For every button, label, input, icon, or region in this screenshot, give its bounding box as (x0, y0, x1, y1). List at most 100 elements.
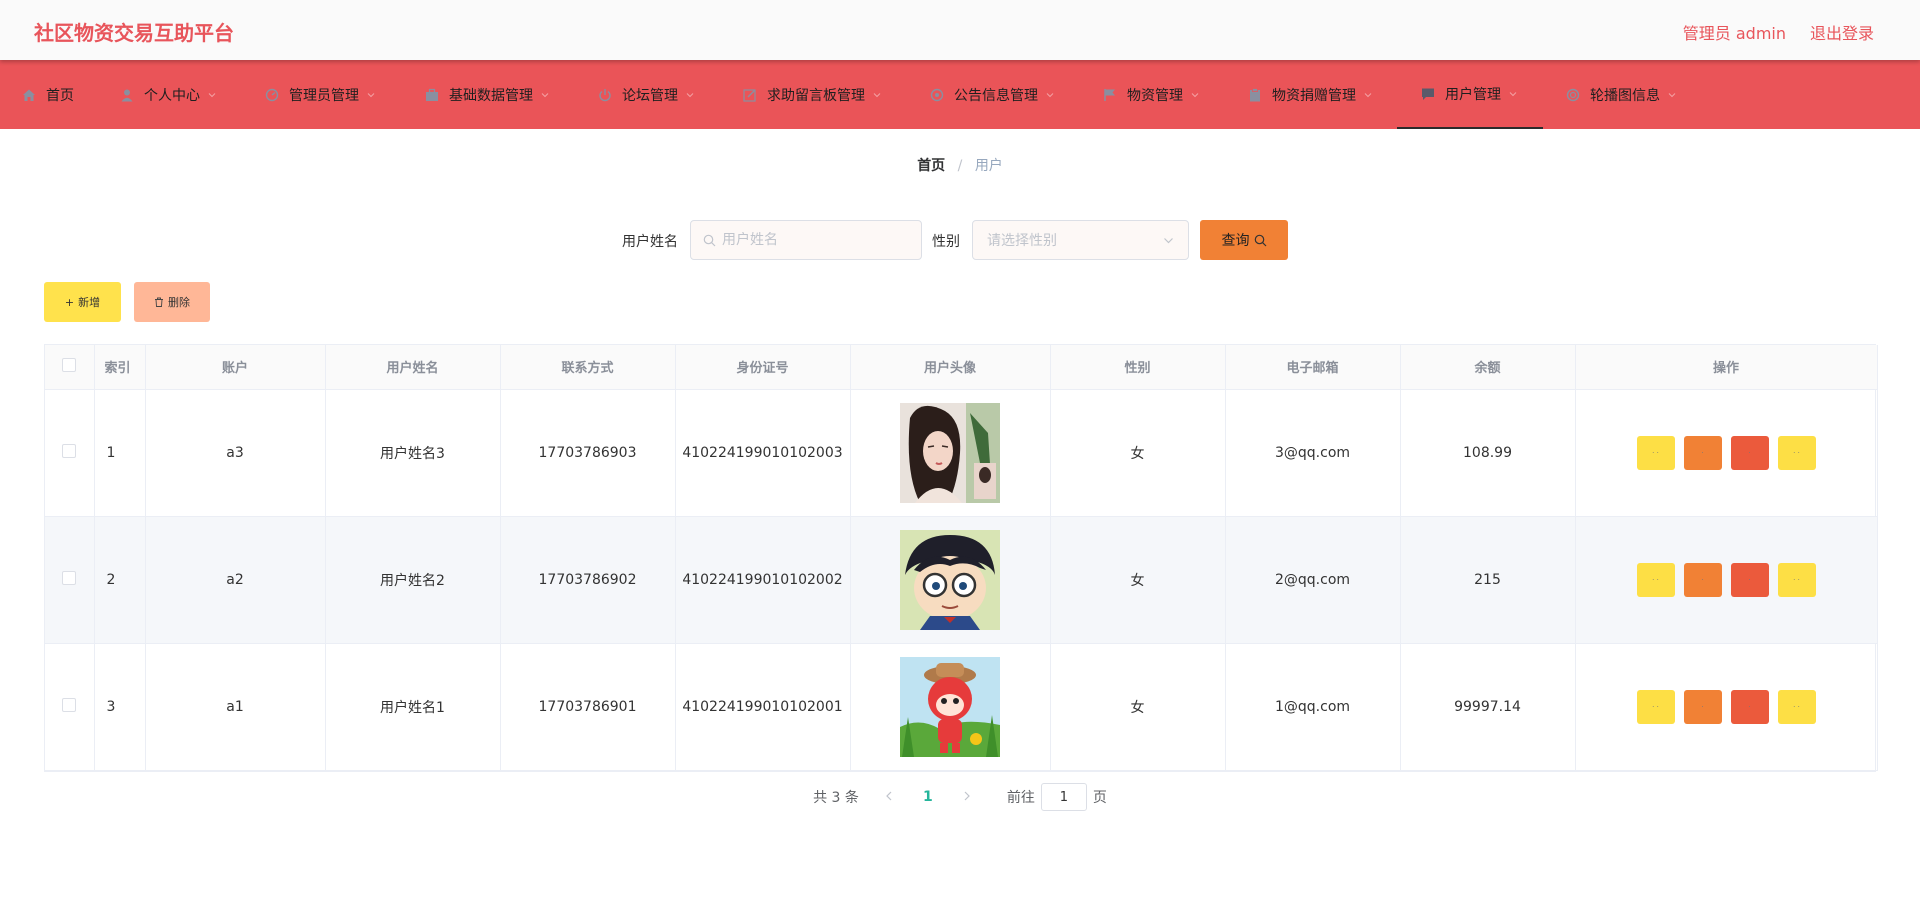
cell-balance: 108.99 (1400, 389, 1576, 517)
cell-index: 2 (94, 516, 146, 644)
batch-delete-button[interactable]: 删除 (134, 282, 210, 322)
pagination: 共 3 条 1 前往 页 (0, 783, 1920, 811)
column-header: 身份证号 (675, 345, 851, 390)
cell-avatar (850, 389, 1051, 517)
column-header: 用户姓名 (325, 345, 501, 390)
more-button[interactable]: · · (1777, 689, 1816, 724)
nav-item-personal-center[interactable]: 个人中心 (120, 60, 216, 129)
home-icon (22, 88, 36, 102)
table-row: 3 a1 用户姓名1 17703786901 41022419901010200… (45, 643, 1878, 771)
cell-phone: 17703786902 (500, 516, 676, 644)
name-search-field[interactable] (690, 220, 922, 260)
total-count: 共 3 条 (813, 790, 859, 806)
nav-label: 物资捐赠管理 (1272, 87, 1356, 104)
nav-item-user-manage[interactable]: 用户管理 (1397, 60, 1543, 129)
gender-select[interactable]: 请选择性别 (972, 220, 1189, 260)
goto-page-input[interactable] (1040, 783, 1087, 811)
row-checkbox[interactable] (62, 570, 77, 585)
cell-operations: · · · · · · (1575, 643, 1878, 771)
nav-label: 基础数据管理 (449, 87, 533, 104)
gauge-icon (265, 88, 279, 102)
user-table: 索引 账户 用户姓名 联系方式 身份证号 用户头像 性别 电子邮箱 余额 操作 … (44, 344, 1878, 772)
add-button[interactable]: + 新增 (44, 282, 121, 322)
chevron-down-icon (686, 92, 694, 97)
column-header: 用户头像 (850, 345, 1051, 390)
more-button[interactable]: · · (1777, 562, 1816, 597)
avatar[interactable] (900, 402, 1000, 503)
delete-button[interactable]: · (1730, 689, 1769, 724)
nav-item-basic-data[interactable]: 基础数据管理 (425, 60, 549, 129)
table-row: 2 a2 用户姓名2 17703786902 41022419901010200… (45, 516, 1878, 644)
chevron-down-icon (1164, 237, 1173, 243)
nav-label: 用户管理 (1445, 86, 1501, 103)
cell-balance: 215 (1400, 516, 1576, 644)
nav-label: 管理员管理 (289, 87, 359, 104)
gender-select-placeholder: 请选择性别 (987, 233, 1057, 249)
nav-item-announcement[interactable]: 公告信息管理 (930, 60, 1054, 129)
row-checkbox[interactable] (62, 443, 77, 458)
page-suffix: 页 (1092, 790, 1107, 806)
avatar[interactable] (900, 656, 1000, 757)
current-user: 管理员 admin (1682, 24, 1786, 43)
chevron-down-icon (1046, 92, 1054, 97)
edit-button[interactable]: · (1683, 562, 1722, 597)
cell-id-number: 410224199010102002 (675, 516, 851, 644)
nav-label: 论坛管理 (622, 87, 678, 104)
name-filter-label: 用户姓名 (622, 234, 678, 250)
breadcrumb-home[interactable]: 首页 (917, 158, 945, 174)
chevron-right-icon (964, 791, 970, 801)
user-icon (120, 88, 134, 102)
cell-index: 1 (94, 389, 146, 517)
flag-icon (1103, 88, 1117, 102)
nav-label: 轮播图信息 (1590, 87, 1660, 104)
breadcrumb: 首页 / 用户 (0, 155, 1920, 175)
nav-item-donation[interactable]: 物资捐赠管理 (1248, 60, 1372, 129)
logout-link[interactable]: 退出登录 (1810, 20, 1874, 44)
nav-item-home[interactable]: 首页 (22, 60, 74, 129)
nav-item-forum[interactable]: 论坛管理 (598, 60, 694, 129)
row-select-cell (45, 643, 95, 771)
column-header: 操作 (1575, 345, 1878, 390)
cell-avatar (850, 643, 1051, 771)
nav-label: 物资管理 (1127, 87, 1183, 104)
cell-gender: 女 (1050, 643, 1226, 771)
avatar[interactable] (900, 529, 1000, 630)
detail-button[interactable]: · · (1636, 435, 1675, 470)
nav-item-carousel[interactable]: 轮播图信息 (1566, 60, 1676, 129)
edit-icon (743, 88, 757, 102)
cell-gender: 女 (1050, 516, 1226, 644)
chevron-down-icon (873, 92, 881, 97)
delete-button[interactable]: · (1730, 562, 1769, 597)
table-row: 1 a3 用户姓名3 17703786903 41022419901010200… (45, 389, 1878, 517)
query-button[interactable]: 查询 (1200, 220, 1288, 260)
select-all-checkbox[interactable] (62, 357, 77, 372)
goto-label: 前往 (1006, 790, 1035, 806)
more-button[interactable]: · · (1777, 435, 1816, 470)
cell-name: 用户姓名2 (325, 516, 501, 644)
row-checkbox[interactable] (62, 697, 77, 712)
edit-button[interactable]: · (1683, 435, 1722, 470)
cell-gender: 女 (1050, 389, 1226, 517)
nav-item-goods[interactable]: 物资管理 (1103, 60, 1199, 129)
top-header: 社区物资交易互助平台 管理员 admin 退出登录 (0, 0, 1920, 60)
aperture-icon (930, 88, 944, 102)
name-search-input[interactable] (722, 232, 912, 248)
chevron-down-icon (1364, 92, 1372, 97)
next-page-button[interactable] (955, 789, 979, 805)
nav-item-help-board[interactable]: 求助留言板管理 (743, 60, 881, 129)
detail-button[interactable]: · · (1636, 562, 1675, 597)
cell-account: a1 (145, 643, 326, 771)
cell-operations: · · · · · · (1575, 389, 1878, 517)
detail-button[interactable]: · · (1636, 689, 1675, 724)
row-select-cell (45, 389, 95, 517)
chevron-down-icon (208, 92, 216, 97)
nav-item-admin-manage[interactable]: 管理员管理 (265, 60, 375, 129)
delete-button[interactable]: · (1730, 435, 1769, 470)
page-number[interactable]: 1 (913, 789, 943, 805)
prev-page-button[interactable] (877, 789, 901, 805)
column-header: 联系方式 (500, 345, 676, 390)
edit-button[interactable]: · (1683, 689, 1722, 724)
cell-phone: 17703786903 (500, 389, 676, 517)
search-icon (703, 234, 716, 246)
column-header: 电子邮箱 (1225, 345, 1401, 390)
